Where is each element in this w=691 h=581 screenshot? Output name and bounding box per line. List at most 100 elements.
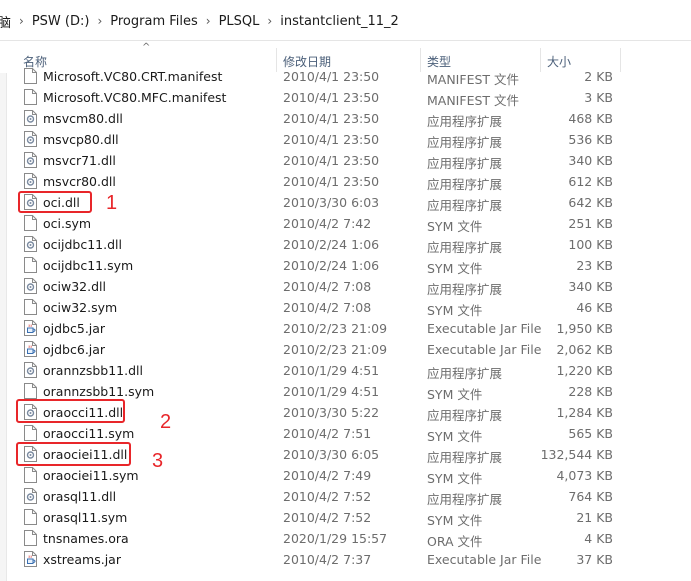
file-modified-date: 2010/2/23 21:09 [283,321,388,336]
file-row[interactable]: ociw32.dll 2010/4/2 7:08 应用程序扩展 340 KB [0,276,691,297]
file-size: 21 KB [576,510,613,525]
file-row[interactable]: ocijdbc11.dll 2010/2/24 1:06 应用程序扩展 100 KB [0,234,691,255]
file-type: 应用程序扩展 [427,408,503,423]
file-name: msvcr80.dll [43,174,116,189]
file-name: ocijdbc11.sym [43,258,134,273]
file-size: 4,073 KB [556,468,613,483]
generic-file-icon [24,89,37,105]
file-row[interactable]: orasql11.sym 2010/4/2 7:52 SYM 文件 21 KB [0,507,691,528]
file-type: 应用程序扩展 [427,366,503,381]
dll-gear-icon [24,488,37,504]
file-modified-date: 2010/4/2 7:52 [283,510,372,525]
annotation-box-2 [16,399,125,423]
file-row[interactable]: Microsoft.VC80.CRT.manifest 2010/4/1 23:5… [0,66,691,87]
file-name: msvcr71.dll [43,153,116,168]
annotation-box-3 [16,442,131,466]
chevron-right-icon[interactable]: › [259,14,280,28]
file-row[interactable]: orasql11.dll 2010/4/2 7:52 应用程序扩展 764 KB [0,486,691,507]
file-size: 612 KB [568,174,613,189]
file-name: oci.sym [43,216,92,231]
file-name: Microsoft.VC80.CRT.manifest [43,69,223,84]
file-type: Executable Jar File [427,342,542,357]
file-type: SYM 文件 [427,471,483,486]
breadcrumb-item-drive[interactable]: PSW (D:) [32,14,90,29]
file-size: 4 KB [584,531,613,546]
dll-gear-icon [24,131,37,147]
file-modified-date: 2010/4/2 7:08 [283,300,372,315]
chevron-right-icon[interactable]: › [89,14,110,28]
file-name: orasql11.sym [43,510,128,525]
chevron-right-icon[interactable]: › [11,14,32,28]
file-row[interactable]: orannzsbb11.dll 2010/1/29 4:51 应用程序扩展 1,220… [0,360,691,381]
file-row[interactable]: msvcm80.dll 2010/4/1 23:50 应用程序扩展 468 KB [0,108,691,129]
file-row[interactable]: ocijdbc11.sym 2010/2/24 1:06 SYM 文件 23 KB [0,255,691,276]
file-type: MANIFEST 文件 [427,72,520,87]
file-row[interactable]: ojdbc5.jar 2010/2/23 21:09 Executable Jar … [0,318,691,339]
annotation-box-1 [18,191,92,213]
file-row[interactable]: msvcr71.dll 2010/4/1 23:50 应用程序扩展 340 KB [0,150,691,171]
file-list: Microsoft.VC80.CRT.manifest 2010/4/1 23:5… [0,66,691,581]
file-name: Microsoft.VC80.MFC.manifest [43,90,227,105]
generic-file-icon [24,530,37,546]
file-size: 132,544 KB [540,447,613,462]
file-size: 565 KB [568,426,613,441]
file-row[interactable]: Microsoft.VC80.MFC.manifest 2010/4/1 23:5… [0,87,691,108]
file-modified-date: 2010/2/24 1:06 [283,258,380,273]
file-modified-date: 2020/1/29 15:57 [283,531,388,546]
file-type: SYM 文件 [427,429,483,444]
file-size: 100 KB [568,237,613,252]
generic-file-icon [24,509,37,525]
file-size: 37 KB [576,552,613,567]
dll-gear-icon [24,236,37,252]
generic-file-icon [24,383,37,399]
file-row[interactable]: tnsnames.ora 2020/1/29 15:57 ORA 文件 4 KB [0,528,691,549]
file-modified-date: 2010/4/2 7:51 [283,426,372,441]
file-modified-date: 2010/4/2 7:42 [283,216,372,231]
file-row[interactable]: xstreams.jar 2010/4/2 7:37 Executable Jar … [0,549,691,570]
dll-gear-icon [24,362,37,378]
dll-gear-icon [24,278,37,294]
file-modified-date: 2010/4/1 23:50 [283,132,380,147]
chevron-right-icon[interactable]: › [198,14,219,28]
file-row[interactable]: oci.dll 2010/3/30 6:03 应用程序扩展 642 KB [0,192,691,213]
breadcrumb-item-program-files[interactable]: Program Files [110,14,198,29]
file-row[interactable]: msvcp80.dll 2010/4/1 23:50 应用程序扩展 536 KB [0,129,691,150]
file-size: 46 KB [576,300,613,315]
breadcrumb-item-plsql[interactable]: PLSQL [219,14,260,29]
file-modified-date: 2010/4/1 23:50 [283,153,380,168]
file-name: msvcp80.dll [43,132,119,147]
file-row[interactable]: oci.sym 2010/4/2 7:42 SYM 文件 251 KB [0,213,691,234]
address-bar[interactable]: 脑 › PSW (D:) › Program Files › PLSQL › i… [0,0,691,41]
file-type: SYM 文件 [427,387,483,402]
dll-gear-icon [24,110,37,126]
file-size: 536 KB [568,132,613,147]
file-size: 642 KB [568,195,613,210]
file-modified-date: 2010/2/24 1:06 [283,237,380,252]
file-size: 1,950 KB [556,321,613,336]
jar-file-icon [24,341,37,357]
file-row[interactable]: msvcr80.dll 2010/4/1 23:50 应用程序扩展 612 KB [0,171,691,192]
generic-file-icon [24,215,37,231]
file-type: SYM 文件 [427,261,483,276]
file-type: MANIFEST 文件 [427,93,520,108]
file-type: SYM 文件 [427,303,483,318]
file-row[interactable]: ojdbc6.jar 2010/2/23 21:09 Executable Jar … [0,339,691,360]
breadcrumb-item-computer[interactable]: 脑 [0,12,11,31]
file-modified-date: 2010/4/1 23:50 [283,69,380,84]
file-name: oraociei11.sym [43,468,139,483]
file-size: 23 KB [576,258,613,273]
file-modified-date: 2010/4/2 7:52 [283,489,372,504]
breadcrumb-item-instantclient[interactable]: instantclient_11_2 [280,14,399,29]
file-size: 340 KB [568,279,613,294]
file-size: 2,062 KB [556,342,613,357]
file-row[interactable]: oraociei11.sym 2010/4/2 7:49 SYM 文件 4,073 K… [0,465,691,486]
file-size: 228 KB [568,384,613,399]
jar-file-icon [24,551,37,567]
file-name: ociw32.dll [43,279,106,294]
file-row[interactable]: ociw32.sym 2010/4/2 7:08 SYM 文件 46 KB [0,297,691,318]
file-type: 应用程序扩展 [427,240,503,255]
file-name: oraocci11.sym [43,426,135,441]
file-row[interactable]: oraocci11.sym 2010/4/2 7:51 SYM 文件 565 KB [0,423,691,444]
file-type: SYM 文件 [427,219,483,234]
file-name: orannzsbb11.dll [43,363,143,378]
